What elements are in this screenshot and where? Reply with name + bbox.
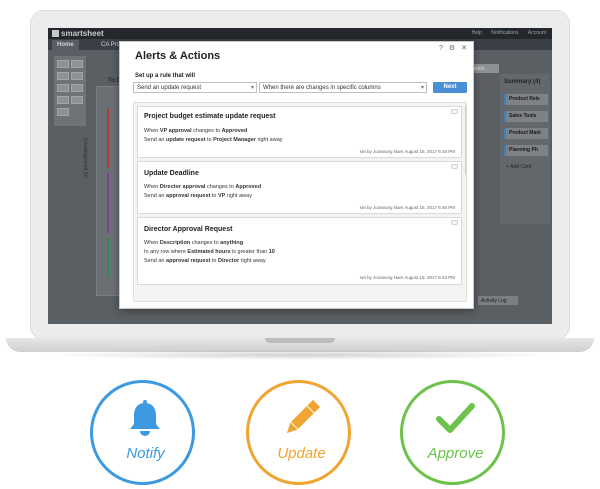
rule-title: Director Approval Request <box>144 226 233 233</box>
rule-condition: When VP approval changes to Approved <box>144 128 248 134</box>
question-icon[interactable]: ? <box>439 45 443 52</box>
dialog-icons: ? ⚙ ✕ <box>435 44 467 52</box>
rule-menu-icon[interactable] <box>451 220 458 225</box>
rule-meta: set by Jooseung Nam August 15, 2017 6:43… <box>359 275 455 280</box>
rules-list: Project budget estimate update request W… <box>133 102 467 302</box>
pencil-icon <box>281 399 321 439</box>
trigger-select[interactable]: When there are changes in specific colum… <box>259 82 427 93</box>
add-card-link[interactable]: + Add Card <box>506 164 531 170</box>
top-bar: smartsheet Help Notifications Account <box>48 28 552 39</box>
tool-button[interactable] <box>71 72 83 80</box>
chevron-down-icon: ▾ <box>420 85 424 91</box>
laptop-notch <box>265 338 335 343</box>
dialog-title: Alerts & Actions <box>135 50 221 62</box>
tool-button[interactable] <box>71 60 83 68</box>
logo-icon <box>52 30 59 37</box>
bell-icon <box>125 399 165 439</box>
tool-button[interactable] <box>57 60 69 68</box>
account-link[interactable]: Account <box>528 30 546 36</box>
rule-menu-icon[interactable] <box>451 109 458 114</box>
lane-stripe-red <box>107 108 109 168</box>
rule-action: Send an approval request to Director rig… <box>144 258 266 264</box>
summary-title: Summary (4) <box>504 79 541 85</box>
rule-filter: In any row where Estimated hours is grea… <box>144 249 275 255</box>
summary-card[interactable]: Product Mark <box>504 128 548 139</box>
tool-button[interactable] <box>57 72 69 80</box>
notify-label: Notify <box>126 445 165 462</box>
tool-button[interactable] <box>71 84 83 92</box>
tool-button[interactable] <box>71 96 83 104</box>
laptop-shadow <box>40 350 560 360</box>
lane-stripe-purple <box>107 173 109 233</box>
rule-action: Send an update request to Project Manage… <box>144 137 283 143</box>
rule-condition: When Director approval changes to Approv… <box>144 184 262 190</box>
scrollbar[interactable] <box>465 105 466 175</box>
rule-meta: set by Jooseung Nam August 15, 2017 6:46… <box>359 205 455 210</box>
rule-condition: When Description changes to anything <box>144 240 244 246</box>
left-toolbar <box>54 56 86 126</box>
alerts-actions-dialog: Alerts & Actions ? ⚙ ✕ Set up a rule tha… <box>119 41 474 309</box>
rule-action: Send an approval request to VP right awa… <box>144 193 252 199</box>
rule-card[interactable]: Project budget estimate update request W… <box>137 106 462 158</box>
gear-icon[interactable]: ⚙ <box>449 45 455 52</box>
action-select[interactable]: Send an update request ▾ <box>133 82 257 93</box>
chevron-down-icon: ▾ <box>250 85 254 91</box>
approve-badge: Approve <box>400 380 505 485</box>
help-link[interactable]: Help <box>472 30 482 36</box>
rule-menu-icon[interactable] <box>451 164 458 169</box>
lane-label: Uncategorized (6) <box>82 138 88 178</box>
rule-meta: set by Jooseung Nam August 15, 2017 6:48… <box>359 149 455 154</box>
approve-label: Approve <box>427 445 484 462</box>
summary-card[interactable]: Product Rele <box>504 94 548 105</box>
rule-title: Update Deadline <box>144 170 199 177</box>
rule-title: Project budget estimate update request <box>144 113 276 120</box>
app-logo: smartsheet <box>52 29 104 38</box>
summary-card[interactable]: Sales Tools <box>504 111 548 122</box>
tool-button[interactable] <box>57 84 69 92</box>
close-icon[interactable]: ✕ <box>461 45 467 52</box>
rule-card[interactable]: Director Approval Request When Descripti… <box>137 217 462 285</box>
top-links: Help Notifications Account <box>464 30 546 36</box>
update-badge: Update <box>246 380 351 485</box>
summary-card[interactable]: Planning Ph <box>504 145 548 156</box>
activity-log-button[interactable]: Activity Log <box>478 296 518 305</box>
checkmark-icon <box>435 399 475 439</box>
update-label: Update <box>277 445 326 462</box>
notifications-link[interactable]: Notifications <box>491 30 518 36</box>
tool-button[interactable] <box>57 108 69 116</box>
next-button[interactable]: Next <box>433 82 467 93</box>
tab-home[interactable]: Home <box>52 40 79 50</box>
setup-label: Set up a rule that will <box>135 73 196 79</box>
notify-badge: Notify <box>90 380 195 485</box>
lane-stripe-green <box>107 238 109 278</box>
tool-button[interactable] <box>57 96 69 104</box>
rule-card[interactable]: Update Deadline When Director approval c… <box>137 161 462 214</box>
